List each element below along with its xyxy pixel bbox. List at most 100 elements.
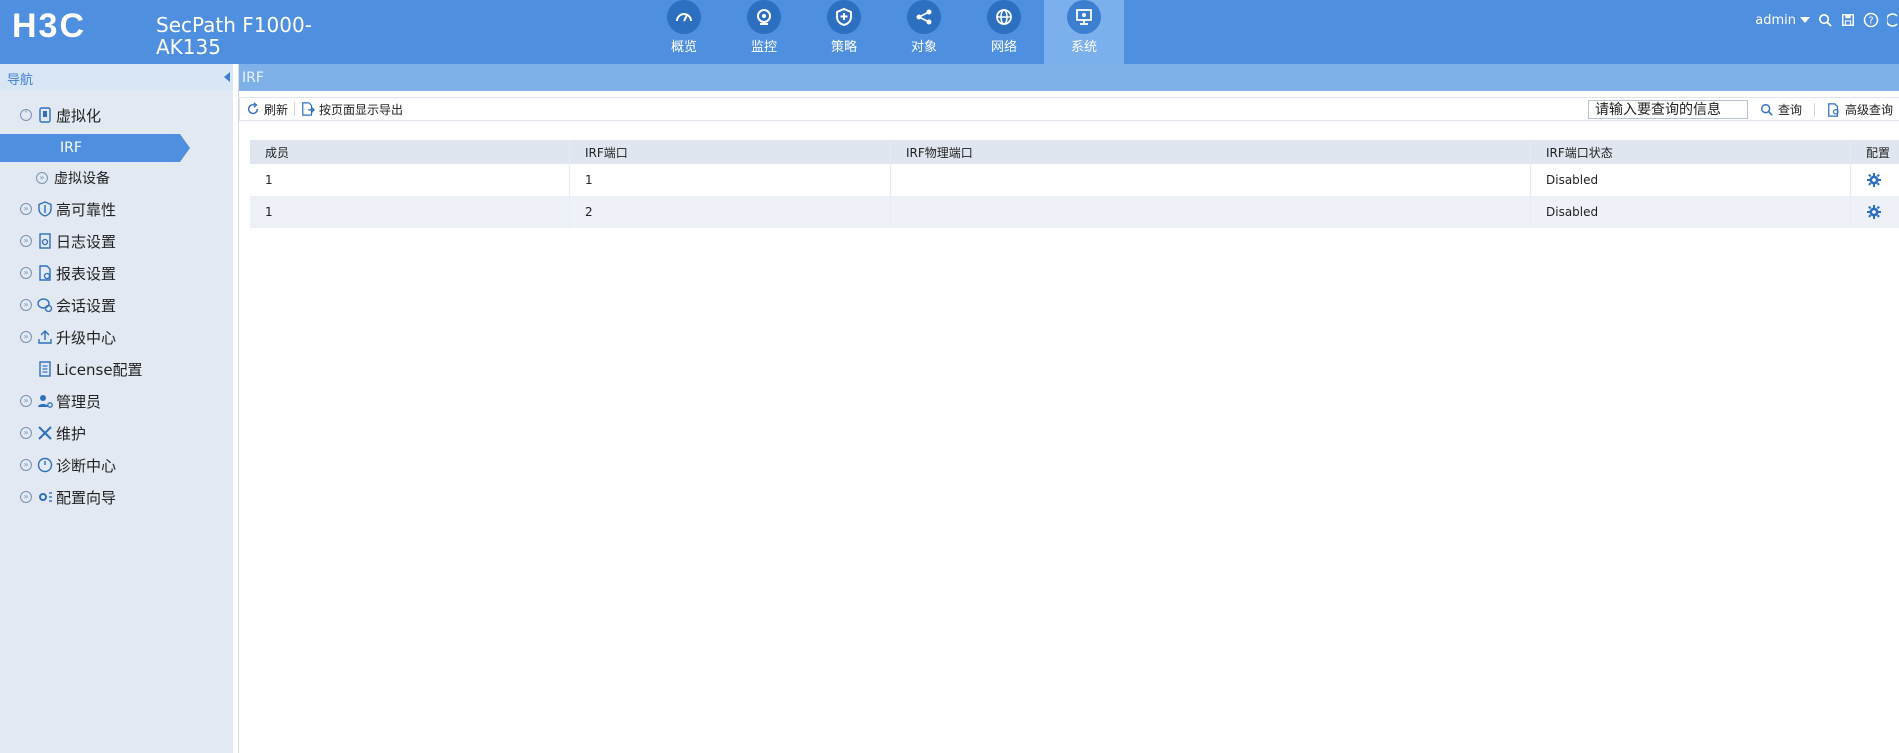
export-label: 按页面显示导出 [319,102,404,117]
chevron-down-icon [1800,17,1810,23]
shield-icon [36,200,54,218]
sidebar-item-label: 配置向导 [56,488,117,507]
sidebar-item-config-wizard[interactable]: » 配置向导 [0,482,233,512]
export-button[interactable]: 按页面显示导出 [295,101,409,118]
table-row[interactable]: 1 1 Disabled [250,164,1899,196]
refresh-button[interactable]: 刷新 [240,101,294,118]
sidebar-item-label: 高可靠性 [56,200,117,219]
search-icon [1761,103,1773,116]
main-nav: 概览 监控 策略 对象 网络 系统 [644,0,1124,64]
nav-label: 监控 [750,40,777,55]
expand-icon[interactable]: » [20,299,32,311]
nav-system[interactable]: 系统 [1044,0,1124,64]
product-name-line1: SecPath F1000- [156,13,312,37]
gear-list-icon [36,488,54,506]
expand-icon[interactable]: » [20,427,32,439]
camera-icon [747,0,781,34]
sidebar-title: 导航 [7,73,34,88]
power-icon[interactable] [1887,12,1899,28]
sidebar-item-log-settings[interactable]: » 日志设置 [0,226,233,256]
nav-label: 系统 [1070,40,1097,55]
sidebar-item-label: IRF [60,140,82,156]
breadcrumb-bar: IRF [239,64,1899,91]
expand-icon[interactable]: ˅ [20,109,32,121]
sidebar-item-diagnostics[interactable]: » 诊断中心 [0,450,233,480]
cell-port-status: Disabled [1531,164,1851,196]
svg-text:?: ? [1868,16,1873,27]
sidebar-item-label: 报表设置 [56,264,117,283]
sidebar-item-label: 虚拟设备 [54,171,110,187]
sidebar-item-session-settings[interactable]: » 会话设置 [0,290,233,320]
share-icon [907,0,941,34]
cell-irf-port: 1 [570,164,891,196]
sidebar-item-report-settings[interactable]: » 报表设置 [0,258,233,288]
nav-overview[interactable]: 概览 [644,0,724,64]
sidebar-item-high-availability[interactable]: » 高可靠性 [0,194,233,224]
sidebar-item-irf[interactable]: IRF [0,134,190,162]
nav-label: 对象 [910,40,937,55]
sidebar-item-label: License配置 [56,360,143,379]
breadcrumb: IRF [242,70,264,86]
upload-icon [36,328,54,346]
search-input[interactable] [1587,100,1748,119]
username: admin [1755,12,1796,28]
gear-icon[interactable] [1866,204,1882,220]
expand-icon[interactable]: » [20,459,32,471]
header-tools: admin ? [1755,10,1899,30]
user-menu[interactable]: admin [1755,13,1810,28]
sidebar-item-upgrade-center[interactable]: » 升级中心 [0,322,233,352]
clock-icon [36,456,54,474]
license-icon [36,360,54,378]
column-header: 配置 [1866,145,1891,160]
cell-member: 1 [250,196,570,228]
expand-icon[interactable]: » [20,267,32,279]
advanced-search-button[interactable]: 高级查询 [1821,101,1899,118]
sidebar-item-label: 升级中心 [56,328,117,347]
advanced-search-icon [1828,102,1839,117]
cell-irf-port: 2 [570,196,891,228]
column-header[interactable]: 成员 [250,140,570,164]
save-icon[interactable] [1841,13,1855,27]
cell-port-status: Disabled [1531,196,1851,228]
cell-physical-port [891,196,1531,228]
sidebar-item-label: 会话设置 [56,296,117,315]
advanced-search-label: 高级查询 [1844,103,1893,117]
sidebar-item-virtualization[interactable]: ˅ 虚拟化 [0,100,233,130]
product-name: SecPath F1000- AK135 [156,14,312,58]
nav-monitor[interactable]: 监控 [724,0,804,64]
sidebar-item-label: 虚拟化 [56,106,102,125]
sidebar-item-virtual-device[interactable]: » 虚拟设备 [0,164,233,192]
column-header[interactable]: IRF端口 [570,140,891,164]
nav-object[interactable]: 对象 [884,0,964,64]
column-header[interactable]: IRF端口状态 [1531,140,1851,164]
collapse-arrow-icon[interactable] [224,72,230,82]
table-row[interactable]: 1 2 Disabled [250,196,1899,228]
dashboard-icon [667,0,701,34]
shield-plus-icon [827,0,861,34]
h3c-logo: H3C [12,8,84,42]
nav-network[interactable]: 网络 [964,0,1044,64]
sidebar-item-license[interactable]: License配置 [0,354,233,384]
column-header[interactable]: IRF物理端口 [891,140,1531,164]
expand-icon[interactable]: » [20,395,32,407]
sidebar-item-maintenance[interactable]: » 维护 [0,418,233,448]
sidebar-item-administrators[interactable]: » 管理员 [0,386,233,416]
search-area: 查询 高级查询 [1587,100,1899,119]
nav-policy[interactable]: 策略 [804,0,884,64]
product-name-line2: AK135 [156,35,221,59]
sidebar-header: 导航 [0,64,233,90]
sidebar-item-label: 日志设置 [56,232,117,251]
nav-label: 概览 [670,40,697,55]
help-icon[interactable]: ? [1863,12,1879,28]
expand-icon[interactable]: » [20,331,32,343]
expand-icon[interactable]: » [20,491,32,503]
irf-table: 成员 IRF端口 IRF物理端口 IRF端口状态 配置 1 1 Disabled… [250,140,1899,228]
search-icon[interactable] [1818,13,1833,28]
expand-icon[interactable]: » [20,235,32,247]
nav-label: 网络 [990,40,1017,55]
search-button[interactable]: 查询 [1754,101,1808,118]
monitor-icon [1067,0,1101,34]
expand-icon[interactable]: » [20,203,32,215]
gear-icon[interactable] [1866,172,1882,188]
expand-icon[interactable]: » [36,172,48,184]
